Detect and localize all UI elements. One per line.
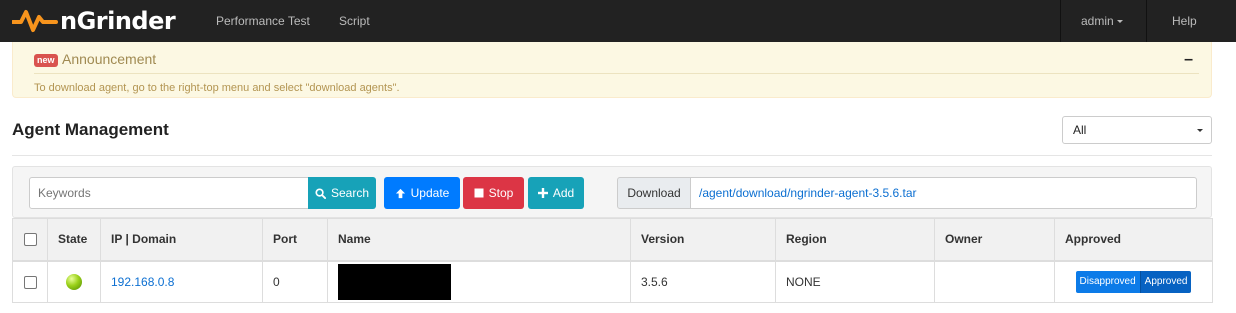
chevron-down-icon <box>1116 20 1123 24</box>
divider <box>12 155 1212 156</box>
port-cell: 0 <box>262 260 328 303</box>
nav-divider <box>1146 0 1147 42</box>
col-header-owner: Owner <box>934 218 1055 262</box>
plus-icon <box>537 188 548 198</box>
download-label: Download <box>617 177 691 209</box>
divider <box>34 73 1199 74</box>
select-all-checkbox[interactable] <box>23 233 37 247</box>
stop-icon <box>474 188 484 198</box>
ip-cell: 192.168.0.8 <box>100 260 263 303</box>
brand-name: nGrinder <box>60 7 176 35</box>
agent-ip-link[interactable]: 192.168.0.8 <box>111 275 174 289</box>
col-header-region: Region <box>775 218 935 262</box>
col-header-state: State <box>47 218 101 262</box>
announcement-text: To download agent, go to the right-top m… <box>34 82 400 94</box>
col-header-approved: Approved <box>1054 218 1213 262</box>
col-header-name: Name <box>327 218 631 262</box>
search-button[interactable]: Search <box>308 177 376 209</box>
region-cell: NONE <box>775 260 935 303</box>
approved-cell: Disapproved Approved <box>1054 260 1213 303</box>
version-cell: 3.5.6 <box>630 260 776 303</box>
approval-toggle: Disapproved Approved <box>1075 270 1192 293</box>
announcement-title: Announcement <box>62 51 157 67</box>
nav-divider <box>1060 0 1061 42</box>
stop-button[interactable]: Stop <box>463 177 524 209</box>
row-select-cell <box>12 260 48 303</box>
add-button[interactable]: Add <box>528 177 584 209</box>
page-title: Agent Management <box>12 120 169 139</box>
agent-toolbar: Search Update Stop Add Download /agent/d… <box>12 166 1212 218</box>
download-agent-link[interactable]: /agent/download/ngrinder-agent-3.5.6.tar <box>691 177 1197 209</box>
state-cell <box>47 260 101 303</box>
col-header-version: Version <box>630 218 776 262</box>
nav-script[interactable]: Script <box>339 0 370 42</box>
arrow-up-icon <box>395 188 405 198</box>
nav-help[interactable]: Help <box>1172 0 1197 42</box>
announcement-panel: new Announcement – To download agent, go… <box>12 42 1212 98</box>
col-header-port: Port <box>262 218 328 262</box>
download-group: Download /agent/download/ngrinder-agent-… <box>617 177 1197 209</box>
nav-performance-test[interactable]: Performance Test <box>216 0 310 42</box>
update-button[interactable]: Update <box>384 177 460 209</box>
pulse-logo-icon <box>12 10 58 32</box>
approve-button[interactable]: Approved <box>1139 270 1192 293</box>
stop-label: Stop <box>488 186 514 200</box>
select-all-cell <box>12 218 48 262</box>
row-checkbox[interactable] <box>23 275 37 289</box>
top-navbar: nGrinder Performance Test Script admin H… <box>0 0 1236 42</box>
redacted-name <box>338 263 451 300</box>
agent-table: State IP | Domain Port Name Version Regi… <box>12 218 1213 303</box>
brand-logo[interactable]: nGrinder <box>12 5 176 37</box>
table-header-row: State IP | Domain Port Name Version Regi… <box>12 218 1213 262</box>
update-label: Update <box>410 186 450 200</box>
filter-selected-value: All <box>1073 123 1087 137</box>
status-indicator-icon <box>66 273 82 290</box>
search-label: Search <box>330 186 370 200</box>
search-icon <box>315 187 326 199</box>
new-badge: new <box>34 54 58 67</box>
agent-filter-select[interactable]: All <box>1062 116 1212 144</box>
user-name: admin <box>1081 14 1114 28</box>
user-menu[interactable]: admin <box>1081 0 1123 42</box>
table-row: 192.168.0.8 0 3.5.6 NONE Disapproved App… <box>12 260 1213 303</box>
keyword-search-input[interactable] <box>29 177 309 209</box>
col-header-ip: IP | Domain <box>100 218 263 262</box>
chevron-down-icon <box>1197 129 1203 132</box>
disapprove-button[interactable]: Disapproved <box>1075 270 1140 293</box>
add-label: Add <box>552 186 575 200</box>
collapse-button[interactable]: – <box>1184 52 1193 68</box>
owner-cell <box>934 260 1055 303</box>
name-cell <box>327 260 631 303</box>
